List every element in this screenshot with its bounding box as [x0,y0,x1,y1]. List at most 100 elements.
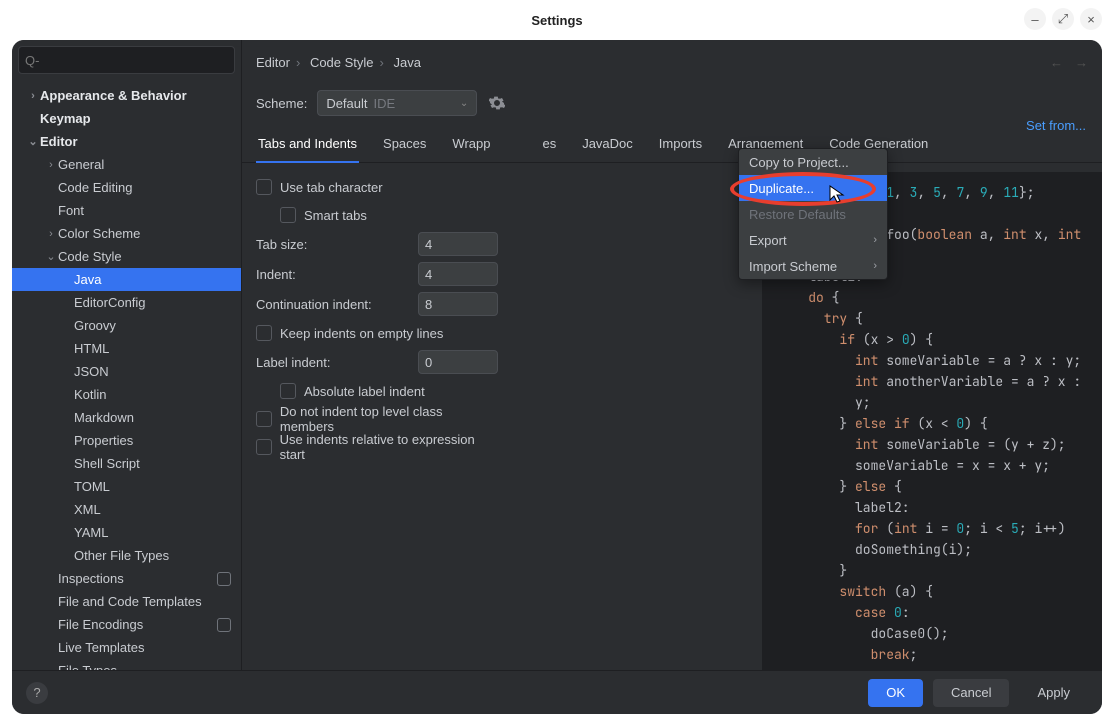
scheme-actions-gear-icon[interactable] [487,93,507,113]
settings-tree: ›Appearance & BehaviorKeymap⌄Editor›Gene… [12,80,241,670]
help-button[interactable]: ? [26,682,48,704]
sidebar-item-appearance-behavior[interactable]: ›Appearance & Behavior [12,84,241,107]
menu-item-copy-to-project-[interactable]: Copy to Project... [739,149,887,175]
cont-indent-input[interactable]: 8 [418,292,498,316]
sidebar-item-label: Color Scheme [58,226,140,241]
sidebar-item-java[interactable]: Java [12,268,241,291]
chevron-down-icon: ⌄ [460,98,468,109]
indent-label: Indent: [256,267,296,282]
sidebar-item-json[interactable]: JSON [12,360,241,383]
scope-badge-icon [217,572,231,586]
cont-indent-label: Continuation indent: [256,297,372,312]
sidebar-item-label: General [58,157,104,172]
set-from-link[interactable]: Set from... [1026,118,1086,133]
sidebar-item-label: Properties [74,433,133,448]
sidebar-item-label: HTML [74,341,109,356]
menu-item-duplicate-[interactable]: Duplicate... [739,175,887,201]
sidebar-item-editorconfig[interactable]: EditorConfig [12,291,241,314]
sidebar-item-label: TOML [74,479,110,494]
indent-settings-pane: Use tab character Smart tabs Tab size:4 … [242,163,512,670]
sidebar-item-yaml[interactable]: YAML [12,521,241,544]
codestyle-tabs: Tabs and Indents Spaces Wrapp es JavaDoc Impo… [242,122,1102,163]
sidebar-item-other-file-types[interactable]: Other File Types [12,544,241,567]
minimize-button[interactable]: – [1024,8,1046,30]
no-toplevel-checkbox[interactable] [256,411,272,427]
chevron-icon: ⌄ [26,135,40,148]
tab-hidden[interactable] [514,130,518,162]
dialog-footer: ? OK Cancel Apply [12,670,1102,714]
label-indent-label: Label indent: [256,355,330,370]
chevron-icon: › [44,159,58,171]
tab-tabs-and-indents[interactable]: Tabs and Indents [256,130,359,163]
sidebar-item-label: Shell Script [74,456,140,471]
sidebar-item-keymap[interactable]: Keymap [12,107,241,130]
settings-content: Editor› Code Style› Java ← → Scheme: Def… [242,40,1102,670]
ok-button[interactable]: OK [868,679,923,707]
sidebar-item-editor[interactable]: ⌄Editor [12,130,241,153]
sidebar-item-groovy[interactable]: Groovy [12,314,241,337]
sidebar-item-markdown[interactable]: Markdown [12,406,241,429]
abs-label-checkbox[interactable] [280,383,296,399]
menu-item-export[interactable]: Export› [739,227,887,253]
tab-es[interactable]: es [540,130,558,162]
sidebar-item-html[interactable]: HTML [12,337,241,360]
sidebar-item-file-and-code-templates[interactable]: File and Code Templates [12,590,241,613]
relative-indents-label: Use indents relative to expression start [280,432,498,462]
keep-empty-checkbox[interactable] [256,325,272,341]
crumb-editor[interactable]: Editor [256,55,290,70]
sidebar-item-label: JSON [74,364,109,379]
relative-indents-checkbox[interactable] [256,439,272,455]
window-title: Settings [531,13,582,28]
tab-imports[interactable]: Imports [657,130,704,162]
sidebar-item-label: Code Style [58,249,122,264]
sidebar-item-shell-script[interactable]: Shell Script [12,452,241,475]
sidebar-item-label: Inspections [58,571,124,586]
sidebar-item-file-encodings[interactable]: File Encodings [12,613,241,636]
forward-arrow-icon[interactable]: → [1075,55,1088,70]
sidebar-item-toml[interactable]: TOML [12,475,241,498]
menu-item-import-scheme[interactable]: Import Scheme› [739,253,887,279]
crumb-codestyle[interactable]: Code Style [310,55,374,70]
cancel-button[interactable]: Cancel [933,679,1009,707]
sidebar-item-label: File Types [58,663,117,670]
tab-javadoc[interactable]: JavaDoc [580,130,635,162]
sidebar-item-general[interactable]: ›General [12,153,241,176]
scheme-select[interactable]: DefaultIDE ⌄ [317,90,477,116]
indent-input[interactable]: 4 [418,262,498,286]
search-icon: Q- [25,53,39,68]
tab-spaces[interactable]: Spaces [381,130,428,162]
abs-label-label: Absolute label indent [304,384,425,399]
sidebar-item-live-templates[interactable]: Live Templates [12,636,241,659]
smart-tabs-checkbox[interactable] [280,207,296,223]
use-tab-checkbox[interactable] [256,179,272,195]
sidebar-item-file-types[interactable]: File Types [12,659,241,670]
no-toplevel-label: Do not indent top level class members [280,404,498,434]
sidebar-item-code-style[interactable]: ⌄Code Style [12,245,241,268]
sidebar-item-code-editing[interactable]: Code Editing [12,176,241,199]
back-arrow-icon[interactable]: ← [1050,55,1063,70]
titlebar: Settings – ⤢ × [0,0,1114,40]
keep-empty-label: Keep indents on empty lines [280,326,443,341]
sidebar-item-label: XML [74,502,101,517]
sidebar-item-label: Markdown [74,410,134,425]
tab-wrapp[interactable]: Wrapp [450,130,492,162]
sidebar-item-label: Kotlin [74,387,107,402]
submenu-arrow-icon: › [873,234,877,246]
label-indent-input[interactable]: 0 [418,350,498,374]
sidebar-item-kotlin[interactable]: Kotlin [12,383,241,406]
smart-tabs-label: Smart tabs [304,208,367,223]
sidebar-item-label: Groovy [74,318,116,333]
search-input[interactable]: Q- [18,46,235,74]
apply-button[interactable]: Apply [1019,679,1088,707]
submenu-arrow-icon: › [873,260,877,272]
sidebar-item-font[interactable]: Font [12,199,241,222]
close-button[interactable]: × [1080,8,1102,30]
tab-size-input[interactable]: 4 [418,232,498,256]
maximize-button[interactable]: ⤢ [1052,8,1074,30]
sidebar-item-inspections[interactable]: Inspections [12,567,241,590]
sidebar-item-label: File Encodings [58,617,143,632]
sidebar-item-xml[interactable]: XML [12,498,241,521]
sidebar-item-properties[interactable]: Properties [12,429,241,452]
sidebar-item-color-scheme[interactable]: ›Color Scheme [12,222,241,245]
chevron-icon: › [44,228,58,240]
